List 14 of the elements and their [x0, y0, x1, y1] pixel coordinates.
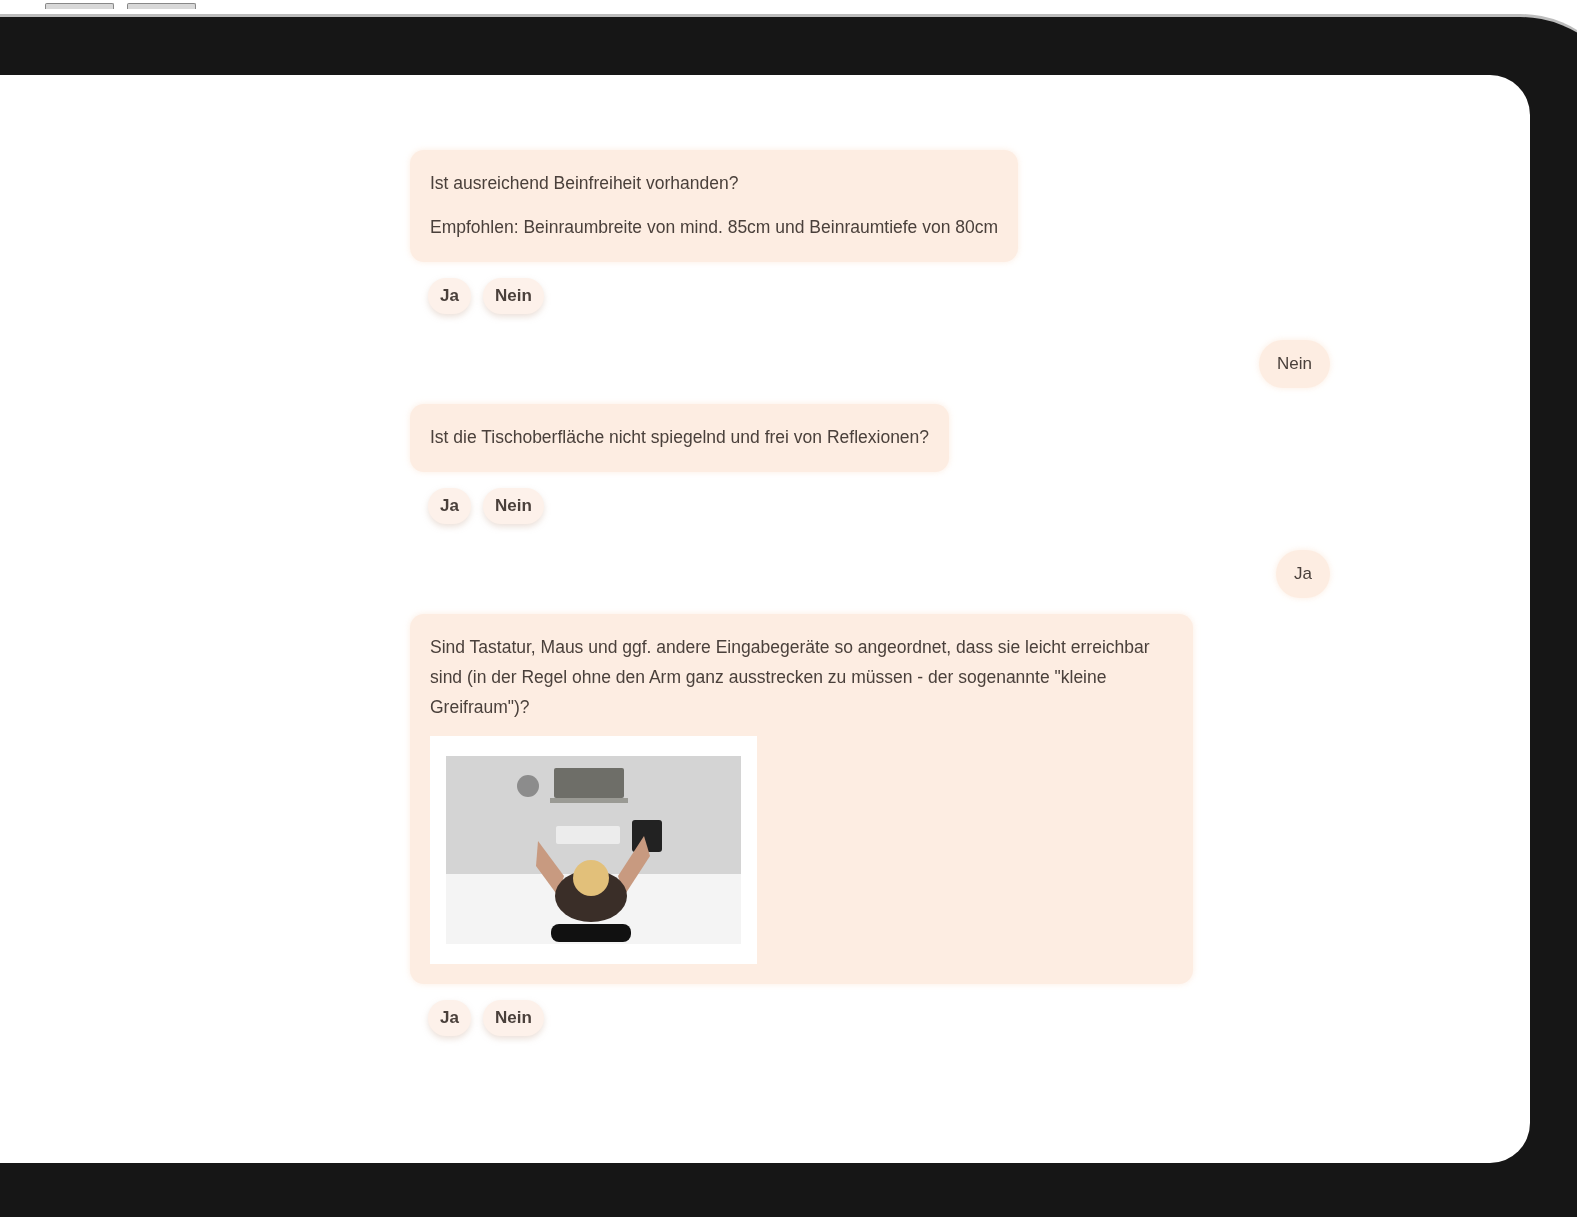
user-reply: Nein	[1259, 340, 1330, 388]
message-text: Sind Tastatur, Maus und ggf. andere Eingabegeräte so angeordnet, dass sie leicht erreichbar sind (in der Regel ohne den Arm ganz ausstrecken zu müssen - der sogenannte "kleine Greifraum")?	[430, 636, 1151, 719]
volume-button[interactable]	[45, 3, 114, 9]
answer-button[interactable]: Nein	[482, 1000, 544, 1036]
answer-button[interactable]: Ja	[428, 1000, 471, 1036]
answer-button[interactable]: Ja	[428, 488, 471, 524]
message-text: Empfohlen: Beinraumbreite von mind. 85cm und Beinraumtiefe von 80cm	[430, 216, 999, 239]
user-reply: Ja	[1276, 550, 1330, 598]
volume-button[interactable]	[127, 3, 196, 9]
answer-button[interactable]: Nein	[482, 278, 544, 314]
answer-button[interactable]: Ja	[428, 278, 471, 314]
message-text: Ist die Tischoberfläche nicht spiegelnd und frei von Reflexionen?	[430, 426, 930, 449]
answer-button[interactable]: Nein	[482, 488, 544, 524]
message-text: Ist ausreichend Beinfreiheit vorhanden?	[430, 172, 740, 195]
